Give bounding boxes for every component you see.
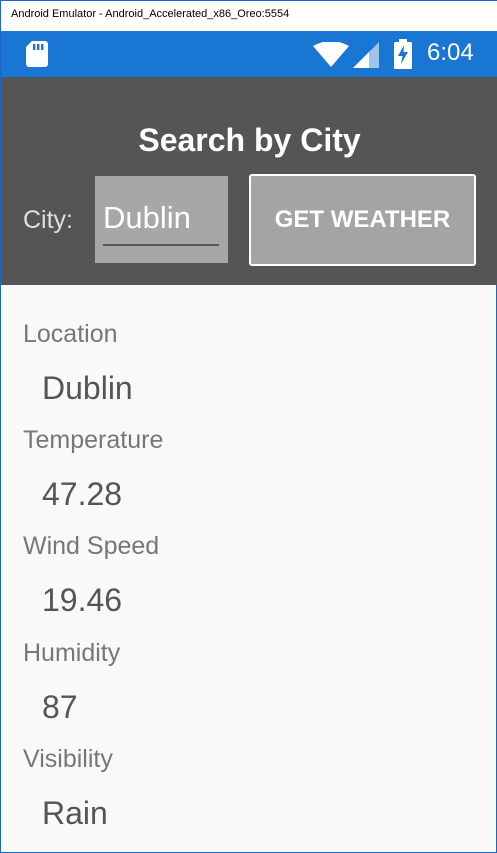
city-label: City: [23, 206, 73, 234]
temperature-label: Temperature [23, 426, 164, 454]
get-weather-button[interactable]: GET WEATHER [249, 174, 476, 266]
battery-charging-icon [394, 39, 412, 69]
window-title-bar[interactable]: Android Emulator - Android_Accelerated_x… [1, 1, 497, 32]
city-input-underline [103, 244, 219, 246]
android-status-bar [1, 31, 497, 77]
wind-speed-value: 19.46 [42, 582, 123, 618]
city-input[interactable] [103, 198, 219, 238]
humidity-value: 87 [42, 689, 78, 725]
location-label: Location [23, 320, 118, 348]
city-entry[interactable] [95, 176, 228, 263]
location-value: Dublin [42, 370, 133, 406]
page-title: Search by City [138, 122, 361, 158]
temperature-value: 47.28 [42, 476, 123, 512]
humidity-label: Humidity [23, 639, 121, 667]
visibility-value: Rain [42, 795, 108, 831]
wifi-icon [313, 42, 349, 67]
wind-speed-label: Wind Speed [23, 532, 160, 560]
window-title: Android Emulator - Android_Accelerated_x… [11, 8, 290, 20]
status-clock: 6:04 [427, 39, 474, 66]
visibility-label: Visibility [23, 745, 113, 773]
emulator-window: Android Emulator - Android_Accelerated_x… [0, 0, 497, 853]
signal-icon [353, 42, 379, 68]
sd-card-icon [26, 41, 48, 67]
